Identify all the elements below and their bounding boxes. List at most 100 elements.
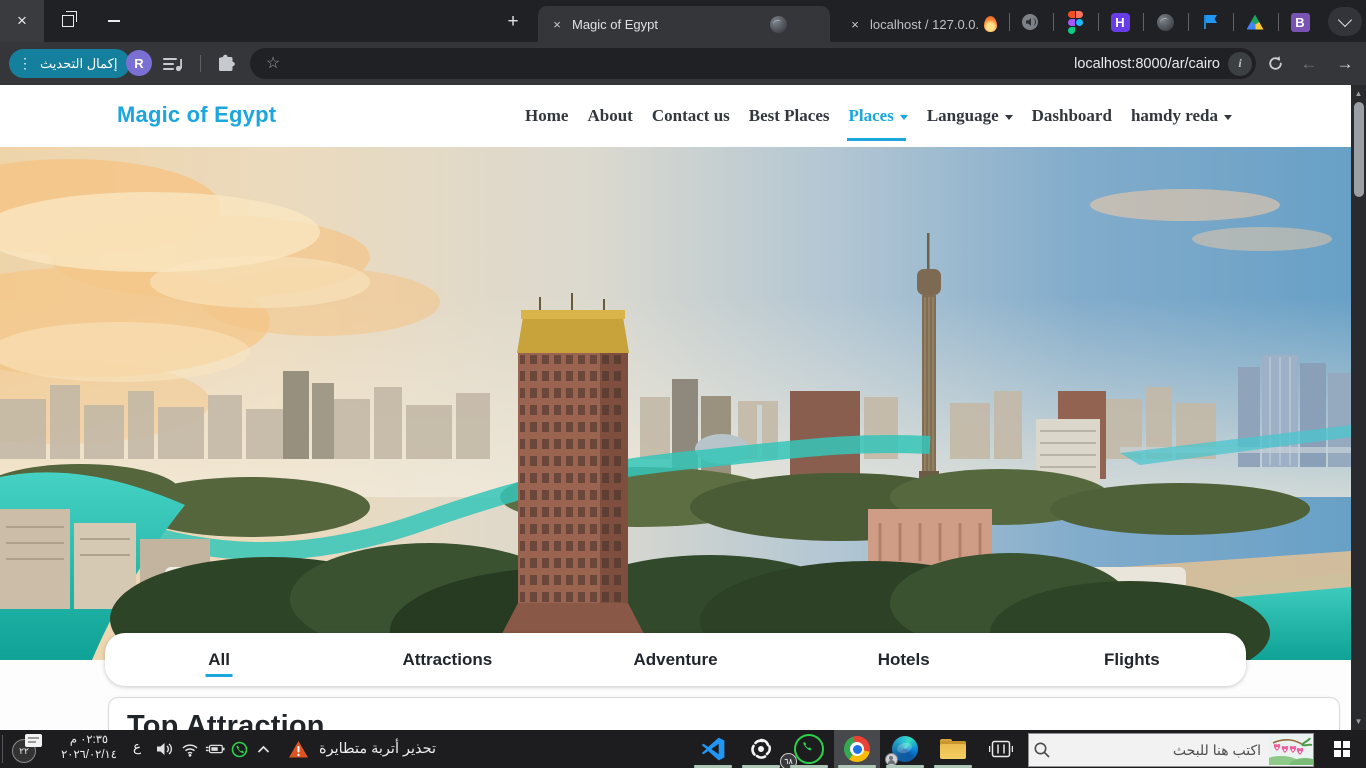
tab-close-icon[interactable]: × xyxy=(846,15,864,33)
new-tab-button[interactable]: + xyxy=(498,8,528,36)
search-placeholder: اكتب هنا للبحث xyxy=(1061,742,1269,759)
drive-favicon-icon xyxy=(1247,15,1264,30)
tab-flag[interactable] xyxy=(1193,8,1227,36)
tab-hostinger[interactable]: H xyxy=(1103,8,1137,36)
notification-tray-icon[interactable]: ٢٢ xyxy=(12,736,38,762)
category-tab-all[interactable]: All xyxy=(105,633,333,686)
wifi-icon xyxy=(181,742,199,757)
nav-about[interactable]: About xyxy=(587,106,632,126)
hidden-icons-button[interactable] xyxy=(253,740,273,758)
search-highlight-flowers xyxy=(1269,735,1313,765)
nav-places[interactable]: Places xyxy=(849,106,908,126)
window-close-button[interactable]: × xyxy=(0,0,44,42)
tab-figma[interactable] xyxy=(1058,8,1092,36)
reload-button[interactable] xyxy=(1262,51,1288,76)
forward-button[interactable]: → xyxy=(1332,51,1358,76)
taskbar-app-chrome[interactable] xyxy=(834,730,880,768)
chrome-update-button[interactable]: إكمال التحديث ⋮ xyxy=(9,49,130,78)
xampp-flame-favicon-icon xyxy=(984,16,997,32)
window-minimize-button[interactable] xyxy=(92,0,136,42)
kebab-menu-icon: ⋮ xyxy=(18,55,32,72)
site-info-button[interactable]: i xyxy=(1228,52,1252,76)
tab-title: Magic of Egypt xyxy=(572,17,762,32)
search-icon xyxy=(1033,741,1051,759)
globe-favicon-icon xyxy=(770,16,787,33)
battery-button[interactable] xyxy=(205,740,225,758)
taskbar-search[interactable]: اكتب هنا للبحث xyxy=(1028,733,1314,767)
caret-down-icon xyxy=(1224,115,1232,120)
news-weather-widget[interactable]: تحذير أتربة متطايرة xyxy=(288,730,436,768)
taskbar-app-whatsapp[interactable]: ٦٨ xyxy=(786,730,832,768)
category-tab-flights[interactable]: Flights xyxy=(1018,633,1246,686)
taskbar-app-edge[interactable] xyxy=(882,730,928,768)
volume-button[interactable] xyxy=(155,740,175,758)
edge-profile-avatar xyxy=(885,753,898,766)
tab-google-drive[interactable] xyxy=(1238,8,1272,36)
tab-separator xyxy=(1233,13,1234,31)
extensions-button[interactable] xyxy=(214,52,238,75)
tab-separator xyxy=(1009,13,1010,31)
task-view-icon xyxy=(989,739,1013,759)
chatgpt-icon xyxy=(748,736,774,762)
caret-down-icon xyxy=(900,115,908,120)
taskbar-app-file-explorer[interactable] xyxy=(930,730,976,768)
whatsapp-phone-glyph xyxy=(799,739,814,754)
nav-dashboard[interactable]: Dashboard xyxy=(1032,106,1112,126)
page-scrollbar[interactable]: ▲ ▼ xyxy=(1351,85,1366,730)
category-tab-hotels[interactable]: Hotels xyxy=(790,633,1018,686)
up-arrow-icon: ▲ xyxy=(1355,89,1363,98)
nav-user-menu[interactable]: hamdy reda xyxy=(1131,106,1232,126)
warning-triangle-icon xyxy=(288,740,309,759)
start-button[interactable] xyxy=(1318,730,1366,768)
flag-favicon-icon xyxy=(1202,14,1218,30)
keyboard-language-indicator[interactable]: ع xyxy=(133,739,141,755)
tab-separator xyxy=(1098,13,1099,31)
tab-list-button[interactable] xyxy=(1328,7,1362,36)
media-controls-button[interactable] xyxy=(161,52,185,75)
category-tab-adventure[interactable]: Adventure xyxy=(561,633,789,686)
bookmark-star-icon[interactable]: ☆ xyxy=(264,55,282,73)
windows-logo-icon xyxy=(1334,741,1351,758)
tab-magic-of-egypt[interactable]: × Magic of Egypt xyxy=(538,6,830,42)
tab-separator xyxy=(1143,13,1144,31)
tab-bootstrap[interactable]: B xyxy=(1283,8,1317,36)
nav-language[interactable]: Language xyxy=(927,106,1013,126)
caret-down-icon xyxy=(1005,115,1013,120)
taskbar-clock[interactable]: ٠٢:٣٥ م ٢٠٢٦/٠٢/١٤ xyxy=(48,733,130,763)
update-label: إكمال التحديث xyxy=(40,56,117,72)
tab-globe[interactable] xyxy=(1148,8,1182,36)
site-header: Magic of Egypt Home About Contact us Bes… xyxy=(0,85,1351,147)
minimize-icon xyxy=(108,20,120,22)
tab-localhost-phpmyadmin[interactable]: × localhost / 127.0.0.1 / projectlar xyxy=(836,6,1006,42)
puzzle-icon xyxy=(216,54,236,74)
taskbar-app-chatgpt[interactable] xyxy=(738,730,784,768)
address-bar[interactable]: ☆ localhost:8000/ar/cairo i xyxy=(250,48,1256,79)
whatsapp-tray-button[interactable] xyxy=(229,740,249,758)
taskbar-app-vscode[interactable] xyxy=(690,730,736,768)
note-icon xyxy=(25,734,42,747)
nav-contact-us[interactable]: Contact us xyxy=(652,106,730,126)
tab-close-icon[interactable]: × xyxy=(548,15,566,33)
close-icon: × xyxy=(17,11,27,31)
scrollbar-thumb[interactable] xyxy=(1354,102,1364,197)
wifi-button[interactable] xyxy=(180,740,200,758)
bootstrap-favicon-icon: B xyxy=(1291,13,1310,32)
tab-separator xyxy=(1188,13,1189,31)
url-text[interactable]: localhost:8000/ar/cairo xyxy=(282,56,1228,72)
window-restore-button[interactable] xyxy=(46,0,90,42)
nav-home[interactable]: Home xyxy=(525,106,568,126)
arrow-right-icon: → xyxy=(1337,54,1354,74)
hero-image xyxy=(0,147,1351,660)
whatsapp-icon xyxy=(231,741,248,758)
scroll-up-button[interactable]: ▲ xyxy=(1351,86,1366,101)
nav-best-places[interactable]: Best Places xyxy=(749,106,830,126)
tab-media[interactable] xyxy=(1013,8,1047,36)
scroll-down-button[interactable]: ▼ xyxy=(1351,714,1366,729)
category-tab-attractions[interactable]: Attractions xyxy=(333,633,561,686)
show-desktop-edge[interactable] xyxy=(2,735,3,763)
site-logo[interactable]: Magic of Egypt xyxy=(117,102,276,128)
back-button[interactable]: ← xyxy=(1296,51,1322,76)
profile-avatar[interactable]: R xyxy=(126,50,152,76)
clock-date: ٢٠٢٦/٠٢/١٤ xyxy=(48,748,130,763)
taskbar-task-view-button[interactable] xyxy=(978,730,1024,768)
